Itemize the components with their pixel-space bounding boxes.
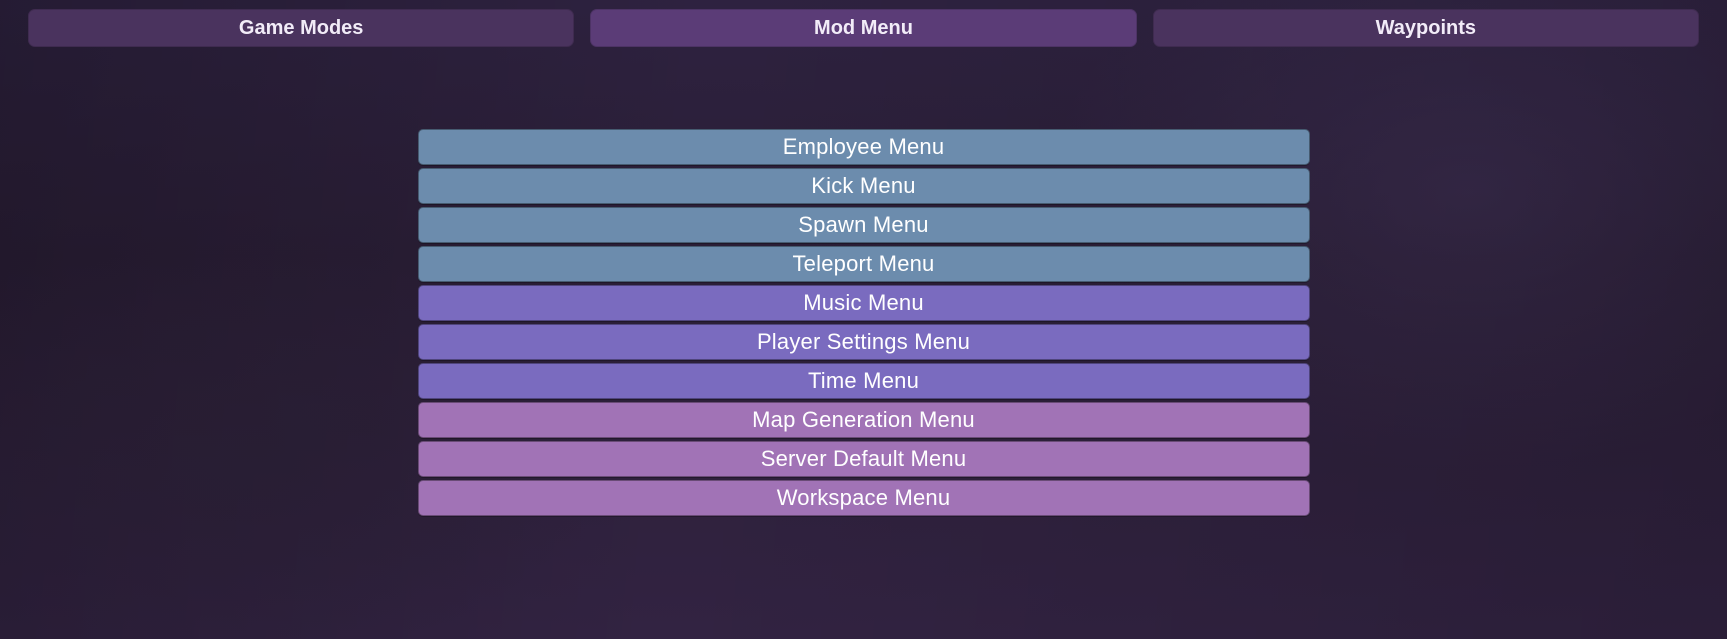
menu-item-kick[interactable]: Kick Menu xyxy=(418,168,1310,204)
menu-item-music[interactable]: Music Menu xyxy=(418,285,1310,321)
top-tab-bar: Game Modes Mod Menu Waypoints xyxy=(0,0,1727,47)
menu-item-employee[interactable]: Employee Menu xyxy=(418,129,1310,165)
tab-game-modes[interactable]: Game Modes xyxy=(28,9,574,47)
menu-item-map-generation[interactable]: Map Generation Menu xyxy=(418,402,1310,438)
menu-item-spawn[interactable]: Spawn Menu xyxy=(418,207,1310,243)
tab-mod-menu[interactable]: Mod Menu xyxy=(590,9,1136,47)
menu-item-server-default[interactable]: Server Default Menu xyxy=(418,441,1310,477)
menu-item-teleport[interactable]: Teleport Menu xyxy=(418,246,1310,282)
menu-item-time[interactable]: Time Menu xyxy=(418,363,1310,399)
menu-item-player-settings[interactable]: Player Settings Menu xyxy=(418,324,1310,360)
tab-waypoints[interactable]: Waypoints xyxy=(1153,9,1699,47)
mod-menu-list: Employee Menu Kick Menu Spawn Menu Telep… xyxy=(418,129,1310,516)
menu-item-workspace[interactable]: Workspace Menu xyxy=(418,480,1310,516)
